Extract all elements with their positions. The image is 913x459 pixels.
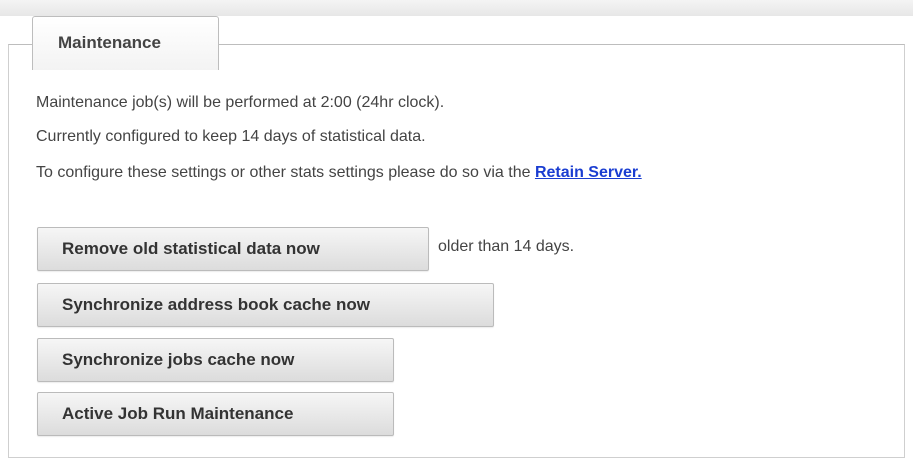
sync-jobs-cache-button[interactable]: Synchronize jobs cache now	[37, 338, 394, 382]
retain-server-link[interactable]: Retain Server.	[535, 164, 642, 181]
remove-old-statistical-data-button[interactable]: Remove old statistical data now	[37, 227, 429, 271]
retention-text: Currently configured to keep 14 days of …	[36, 128, 426, 145]
tab-maintenance[interactable]: Maintenance	[32, 16, 219, 70]
maintenance-schedule-text: Maintenance job(s) will be performed at …	[36, 94, 445, 111]
tab-maintenance-label: Maintenance	[58, 33, 161, 52]
configure-text-prefix: To configure these settings or other sta…	[36, 164, 535, 181]
top-bar	[0, 0, 913, 16]
sync-address-book-cache-button[interactable]: Synchronize address book cache now	[37, 283, 494, 327]
active-job-run-maintenance-button[interactable]: Active Job Run Maintenance	[37, 392, 394, 436]
configure-text: To configure these settings or other sta…	[36, 164, 642, 182]
remove-old-suffix-text: older than 14 days.	[438, 238, 575, 255]
